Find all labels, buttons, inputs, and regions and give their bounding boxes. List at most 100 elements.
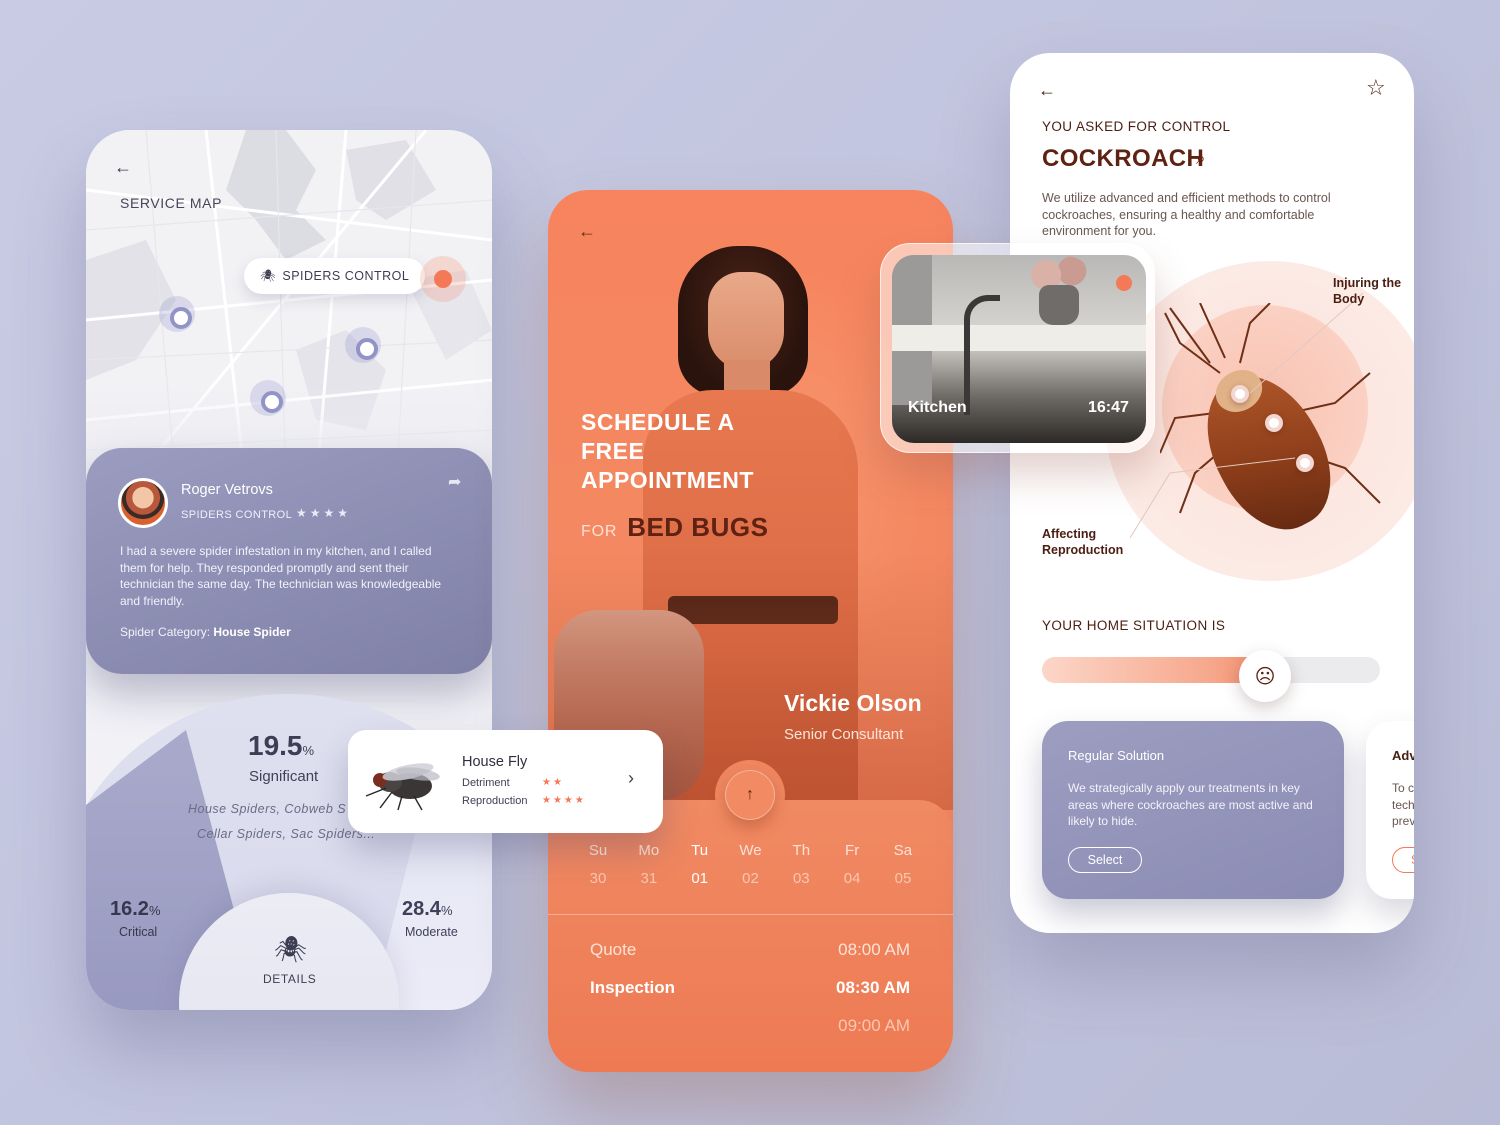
date-cell-selected[interactable]: 01 (675, 870, 725, 887)
percent-sign: % (302, 743, 315, 758)
kitchen-counter (892, 325, 1146, 351)
map-pin[interactable] (250, 380, 286, 416)
slot-time-selected[interactable]: 08:30 AM (788, 978, 910, 998)
critical-value: 16.2% (110, 898, 161, 921)
star-icon[interactable]: ☆ (1366, 75, 1386, 101)
fly-title: House Fly (462, 754, 528, 770)
weekday-label: We (739, 842, 762, 859)
reproduction-row: Reproduction ★★★★ (462, 795, 584, 807)
slot-time[interactable]: 08:00 AM (788, 940, 910, 960)
detriment-label: Detriment (462, 777, 510, 789)
kitchen-tap (964, 295, 1000, 415)
back-arrow-icon[interactable]: ← (114, 158, 132, 176)
date-row: 30 31 01 02 03 04 05 (573, 870, 928, 887)
weekday-row: Su Mo Tu We Th Fr Sa (573, 842, 928, 859)
date-cell[interactable]: 30 (573, 870, 623, 887)
current-location-marker[interactable] (420, 256, 466, 302)
species-line: House Spiders, Cobweb S (188, 802, 347, 816)
select-button[interactable]: S (1392, 847, 1414, 873)
consultant-name: Vickie Olson (784, 690, 922, 716)
house-fly-card[interactable]: House Fly Detriment ★★ Reproduction ★★★★… (348, 730, 663, 833)
critical-label: Critical (119, 925, 158, 939)
callout-injuring: Injuring the Body (1333, 276, 1402, 306)
asked-label: YOU ASKED FOR CONTROL (1042, 119, 1231, 134)
service-map-screen: ← SERVICE MAP 🕷 SPIDERS CONTROL Roger Ve… (86, 130, 492, 1010)
species-line: Cellar Spiders, Sac Spiders... (197, 827, 376, 841)
back-arrow-icon[interactable]: ← (1038, 81, 1056, 99)
review-card[interactable]: Roger Vetrovs SPIDERS CONTROL ★★★★ ➦ I h… (86, 448, 492, 674)
spider-category: Spider Category: House Spider (120, 625, 291, 639)
value: 16.2 (110, 898, 149, 920)
slot-time[interactable]: 09:00 AM (788, 1016, 910, 1036)
angry-face-icon: ☹ (1254, 665, 1276, 688)
avatar (118, 478, 168, 528)
chevron-right-icon[interactable]: › (628, 768, 634, 789)
consultant-photo-face (708, 272, 784, 370)
room-label: Kitchen (908, 399, 967, 416)
pest-control-screen: ← ☆ YOU ASKED FOR CONTROL COCKROACH ⌕ We… (1010, 53, 1414, 933)
date-cell[interactable]: 05 (878, 870, 928, 887)
weekday-label: Fr (845, 842, 860, 859)
moderate-value: 28.4% (402, 898, 453, 921)
pest-line: FOR BED BUGS (581, 512, 768, 543)
detriment-stars: ★★ (542, 777, 564, 788)
callout-lines (1130, 293, 1364, 539)
solution-text: We strategically apply our treatments in… (1068, 781, 1313, 828)
solution-card[interactable]: Regular Solution We strategically apply … (1042, 721, 1344, 899)
headline: SCHEDULE A FREE APPOINTMENT (581, 409, 754, 493)
situation-slider[interactable] (1042, 657, 1380, 683)
solution-title: Adv (1392, 748, 1414, 763)
significant-value: 19.5% (248, 730, 314, 762)
details-label: DETAILS (263, 972, 317, 986)
detriment-row: Detriment ★★ (462, 777, 562, 789)
camera-time: 16:47 (1088, 399, 1129, 416)
significant-label: Significant (249, 768, 319, 785)
arrow-up-icon: ↑ (746, 786, 754, 803)
date-cell[interactable]: 31 (624, 870, 674, 887)
spider-icon: 🕷 (260, 268, 277, 283)
date-cell[interactable]: 03 (776, 870, 826, 887)
weekday-label: Sa (893, 842, 913, 859)
weekday-label: Th (792, 842, 811, 859)
reproduction-label: Reproduction (462, 795, 528, 807)
review-text: I had a severe spider infestation in my … (120, 544, 442, 608)
spider-icon: 🕷 (274, 934, 308, 964)
house-fly-image (365, 763, 440, 811)
pest-description: We utilize advanced and efficient method… (1042, 191, 1331, 238)
consultant-role: Senior Consultant (784, 726, 904, 743)
slot-label: Quote (590, 940, 637, 959)
map-pin[interactable] (159, 296, 195, 332)
date-cell[interactable]: 04 (827, 870, 877, 887)
category-label: Spider Category: (120, 625, 211, 639)
solution-title: Regular Solution (1068, 748, 1165, 763)
value: 19.5 (248, 730, 303, 761)
pest-name: BED BUGS (627, 512, 769, 542)
kitchen-camera-card[interactable]: Kitchen 16:47 (880, 243, 1155, 453)
page-title: SERVICE MAP (120, 195, 223, 211)
weekday-label: Tu (691, 842, 709, 859)
spiders-control-pill[interactable]: 🕷 SPIDERS CONTROL (244, 258, 426, 294)
search-icon[interactable]: ⌕ (1196, 149, 1206, 169)
slot-label-selected: Inspection (590, 978, 676, 997)
select-button[interactable]: Select (1068, 847, 1142, 873)
weekday-label: Su (588, 842, 608, 859)
pill-label: SPIDERS CONTROL (282, 269, 410, 283)
weekday-label: Mo (638, 842, 660, 859)
share-icon[interactable]: ➦ (448, 472, 461, 492)
pest-title: COCKROACH (1042, 145, 1205, 172)
kitchen-photo: Kitchen 16:47 (892, 255, 1146, 443)
expand-button[interactable]: ↑ (725, 770, 775, 820)
back-arrow-icon[interactable]: ← (578, 222, 596, 240)
reviewer-category: SPIDERS CONTROL (181, 509, 293, 521)
date-cell[interactable]: 02 (725, 870, 775, 887)
map-pin[interactable] (345, 327, 381, 363)
callout-reproduction: Affecting Reproduction (1042, 527, 1124, 557)
solution-card[interactable]: Adv To c tech prev S (1366, 721, 1414, 899)
live-indicator (1116, 275, 1132, 291)
for-word: FOR (581, 523, 618, 540)
slider-thumb[interactable]: ☹ (1239, 650, 1291, 702)
kitchen-vase (1039, 285, 1079, 325)
value: 28.4 (402, 898, 441, 920)
divider (548, 914, 953, 915)
situation-fill (1042, 657, 1265, 683)
